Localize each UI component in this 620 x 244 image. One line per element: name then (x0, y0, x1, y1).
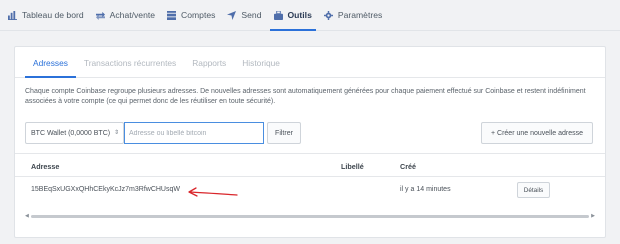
annotation-arrow-icon (188, 187, 238, 197)
